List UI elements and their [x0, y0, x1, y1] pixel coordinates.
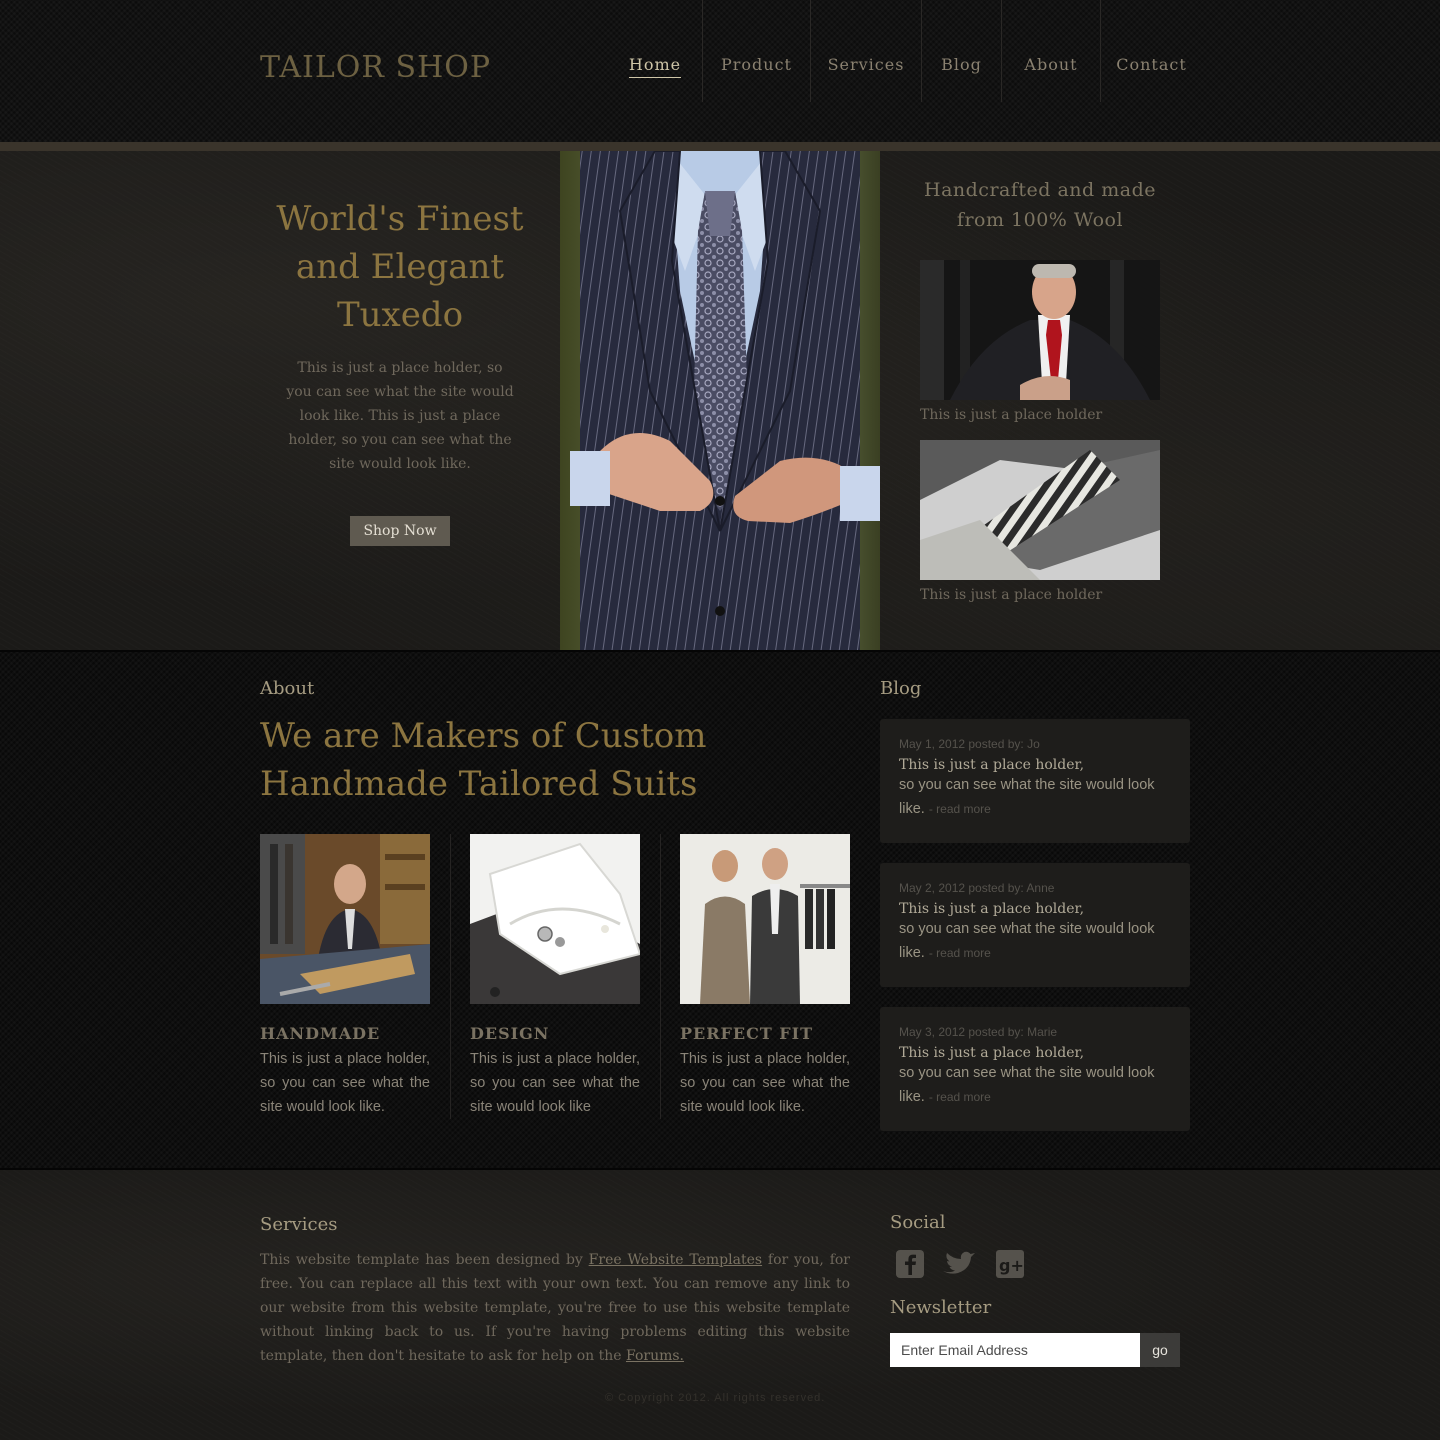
- services-text-part: This website template has been designed …: [260, 1252, 589, 1268]
- header: TAILOR SHOP Home Product Services Blog A…: [0, 0, 1440, 142]
- header-divider: [0, 142, 1440, 151]
- nav-about[interactable]: About: [1001, 0, 1100, 102]
- hero-title: World's Finest and Elegant Tuxedo: [276, 199, 524, 335]
- nav-blog-label: Blog: [941, 55, 982, 74]
- hero-side-title: Handcrafted and made from 100% Wool: [924, 179, 1156, 231]
- blog-post-excerpt: so you can see what the site would look …: [899, 773, 1171, 821]
- facebook-icon[interactable]: [890, 1244, 930, 1284]
- nav-blog[interactable]: Blog: [921, 0, 1001, 102]
- striped-tie-illustration: [920, 440, 1160, 580]
- content-section: About We are Makers of Custom Handmade T…: [0, 650, 1440, 1170]
- feature-handmade-title: HANDMADE: [260, 1024, 381, 1043]
- twitter-icon[interactable]: [940, 1244, 980, 1284]
- blog-post-meta: May 1, 2012 posted by: Jo: [899, 737, 1040, 751]
- feature-design-image: [470, 834, 640, 1004]
- shop-now-button[interactable]: Shop Now: [350, 516, 450, 546]
- svg-text:g+: g+: [999, 1256, 1024, 1275]
- feature-handmade-text: This is just a place holder, so you can …: [260, 1051, 430, 1115]
- blog-post-meta: May 2, 2012 posted by: Anne: [899, 881, 1055, 895]
- logo[interactable]: TAILOR SHOP: [260, 50, 491, 85]
- forums-link[interactable]: Forums.: [626, 1348, 684, 1364]
- footer: Services This website template has been …: [0, 1170, 1440, 1440]
- feature-handmade: HANDMADE This is just a place holder, so…: [260, 834, 430, 1119]
- free-website-templates-link[interactable]: Free Website Templates: [589, 1252, 762, 1268]
- about-label: About: [260, 678, 315, 699]
- red-tie-illustration: [920, 260, 1160, 400]
- blog-post-title: This is just a place holder,: [899, 757, 1085, 773]
- nav-product-label: Product: [721, 55, 792, 74]
- feature-design-text: This is just a place holder, so you can …: [470, 1051, 640, 1115]
- nav-product[interactable]: Product: [702, 0, 810, 102]
- side-caption-2: This is just a place holder: [920, 587, 1103, 603]
- feature-perfect-fit-text: This is just a place holder, so you can …: [680, 1051, 850, 1115]
- social-links: g+: [890, 1244, 1030, 1284]
- nav-services-label: Services: [827, 55, 905, 74]
- nav-services[interactable]: Services: [810, 0, 921, 102]
- read-more-link[interactable]: - read more: [929, 1090, 991, 1104]
- nav-contact-label: Contact: [1116, 55, 1187, 74]
- services-text-part: for you, for free. You can replace all t…: [260, 1252, 850, 1364]
- tailor-illustration: [260, 834, 430, 1004]
- read-more-link[interactable]: - read more: [929, 802, 991, 816]
- side-image-striped-tie: [920, 440, 1160, 580]
- hero-suit-image: [560, 151, 880, 650]
- suit-illustration: [570, 151, 880, 650]
- feature-design: DESIGN This is just a place holder, so y…: [470, 834, 640, 1119]
- copyright: © Copyright 2012. All rights reserved.: [605, 1392, 826, 1404]
- services-text: This website template has been designed …: [260, 1248, 850, 1368]
- blog-post-title: This is just a place holder,: [899, 901, 1085, 917]
- feature-divider: [660, 834, 661, 1119]
- feature-perfect-fit-image: [680, 834, 850, 1004]
- feature-divider: [450, 834, 451, 1119]
- feature-perfect-fit-title: PERFECT FIT: [680, 1024, 814, 1043]
- social-label: Social: [890, 1212, 946, 1233]
- blog-post: May 2, 2012 posted by: Anne This is just…: [880, 863, 1190, 987]
- nav-home[interactable]: Home: [608, 0, 702, 102]
- blog-label: Blog: [880, 678, 922, 699]
- main-nav: Home Product Services Blog About Contact: [608, 0, 1202, 102]
- side-image-red-tie: [920, 260, 1160, 400]
- newsletter-go-button[interactable]: go: [1140, 1333, 1180, 1367]
- google-plus-icon[interactable]: g+: [990, 1244, 1030, 1284]
- blog-post-title: This is just a place holder,: [899, 1045, 1085, 1061]
- nav-home-label: Home: [628, 55, 682, 78]
- blog-post: May 1, 2012 posted by: Jo This is just a…: [880, 719, 1190, 843]
- about-heading: We are Makers of Custom Handmade Tailore…: [260, 716, 707, 804]
- feature-perfect-fit: PERFECT FIT This is just a place holder,…: [680, 834, 850, 1119]
- hero-section: World's Finest and Elegant Tuxedo This i…: [0, 151, 1440, 650]
- blog-post-meta: May 3, 2012 posted by: Marie: [899, 1025, 1058, 1039]
- side-caption-1: This is just a place holder: [920, 407, 1103, 423]
- cufflink-illustration: [470, 834, 640, 1004]
- nav-about-label: About: [1024, 55, 1078, 74]
- feature-handmade-image: [260, 834, 430, 1004]
- services-label: Services: [260, 1214, 338, 1235]
- newsletter-label: Newsletter: [890, 1297, 992, 1318]
- blog-post: May 3, 2012 posted by: Marie This is jus…: [880, 1007, 1190, 1131]
- blog-post-excerpt: so you can see what the site would look …: [899, 917, 1171, 965]
- read-more-link[interactable]: - read more: [929, 946, 991, 960]
- nav-contact[interactable]: Contact: [1100, 0, 1202, 102]
- hero-text: This is just a place holder, so you can …: [286, 360, 514, 472]
- blog-post-excerpt: so you can see what the site would look …: [899, 1061, 1171, 1109]
- fitting-illustration: [680, 834, 850, 1004]
- feature-design-title: DESIGN: [470, 1024, 550, 1043]
- email-input[interactable]: [890, 1333, 1140, 1367]
